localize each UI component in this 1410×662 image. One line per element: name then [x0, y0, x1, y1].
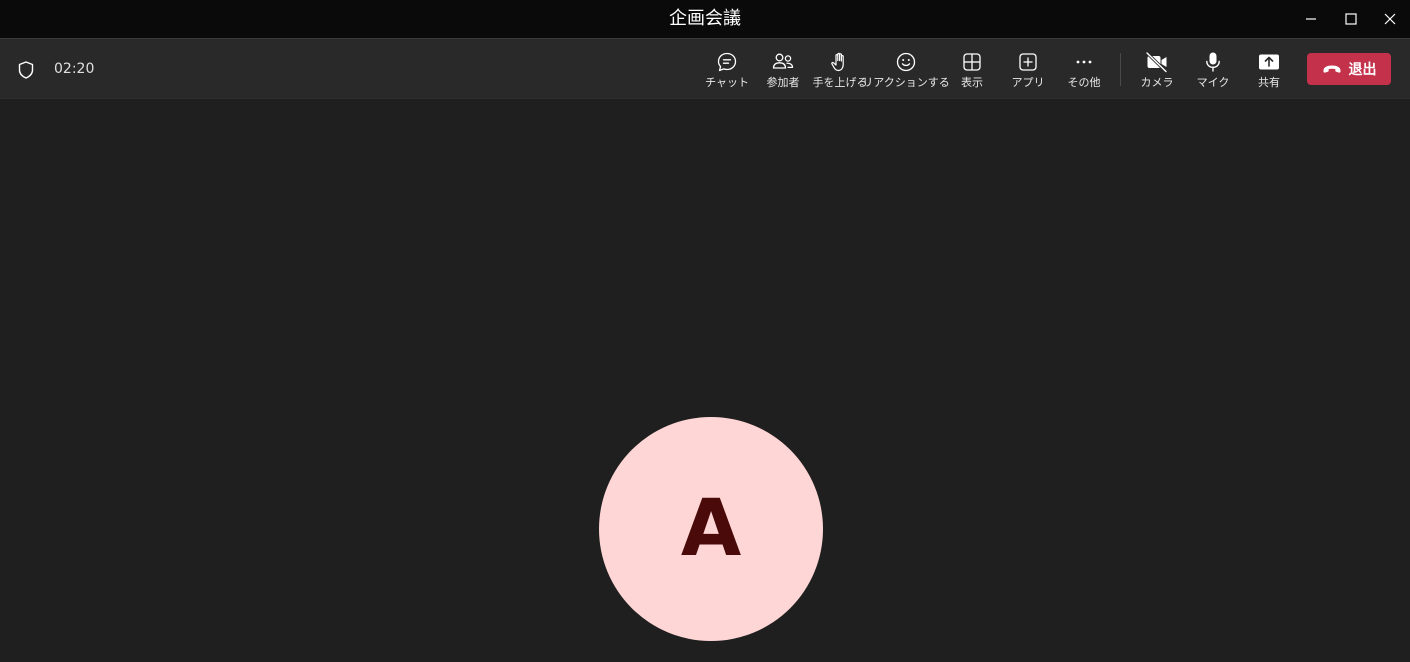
meeting-timer: 02:20 — [54, 61, 95, 77]
participants-button[interactable]: 参加者 — [762, 39, 804, 100]
meeting-stage: A — [0, 99, 1410, 662]
toolbar-divider — [1120, 53, 1121, 86]
raise-hand-label: 手を上げる — [812, 76, 868, 89]
more-label: その他 — [1067, 76, 1101, 89]
camera-off-icon — [1145, 51, 1168, 73]
leave-label: 退出 — [1348, 62, 1377, 78]
close-icon — [1384, 13, 1396, 25]
maximize-icon — [1345, 13, 1357, 25]
more-button[interactable]: その他 — [1064, 39, 1104, 100]
mic-button[interactable]: マイク — [1194, 39, 1232, 100]
close-button[interactable] — [1370, 0, 1410, 38]
raise-hand-icon — [831, 52, 844, 72]
smiley-icon — [896, 52, 916, 72]
title-bar: 企画会議 — [0, 0, 1410, 38]
chat-button[interactable]: チャット — [705, 39, 749, 100]
minimize-button[interactable] — [1291, 0, 1331, 38]
apps-label: アプリ — [1011, 76, 1045, 89]
shield-icon[interactable] — [17, 60, 35, 80]
reactions-button[interactable]: リアクションする — [862, 39, 950, 100]
mic-label: マイク — [1196, 76, 1230, 89]
more-icon — [1076, 60, 1092, 64]
participants-label: 参加者 — [766, 76, 800, 89]
chat-label: チャット — [705, 76, 749, 89]
people-icon — [772, 53, 794, 69]
mic-icon — [1206, 52, 1220, 72]
leave-button[interactable]: 退出 — [1307, 53, 1391, 85]
maximize-button[interactable] — [1331, 0, 1371, 38]
camera-button[interactable]: カメラ — [1138, 39, 1176, 100]
participant-initial: A — [680, 484, 742, 574]
window-title: 企画会議 — [669, 8, 741, 29]
view-label: 表示 — [961, 76, 983, 89]
share-label: 共有 — [1258, 76, 1280, 89]
share-button[interactable]: 共有 — [1250, 39, 1288, 100]
chat-icon — [717, 52, 737, 72]
view-button[interactable]: 表示 — [954, 39, 990, 100]
grid-view-icon — [963, 53, 981, 71]
minimize-icon — [1306, 18, 1316, 20]
share-icon — [1259, 54, 1279, 70]
participant-avatar[interactable]: A — [599, 417, 823, 641]
camera-label: カメラ — [1140, 76, 1174, 89]
add-app-icon — [1019, 53, 1037, 71]
meeting-toolbar: 02:20 チャット 参加者 手を上げる リアクションする 表示 アプリ その他… — [0, 38, 1410, 99]
apps-button[interactable]: アプリ — [1008, 39, 1048, 100]
reactions-label: リアクションする — [862, 76, 950, 89]
raise-hand-button[interactable]: 手を上げる — [812, 39, 868, 100]
hang-up-icon — [1323, 65, 1340, 73]
